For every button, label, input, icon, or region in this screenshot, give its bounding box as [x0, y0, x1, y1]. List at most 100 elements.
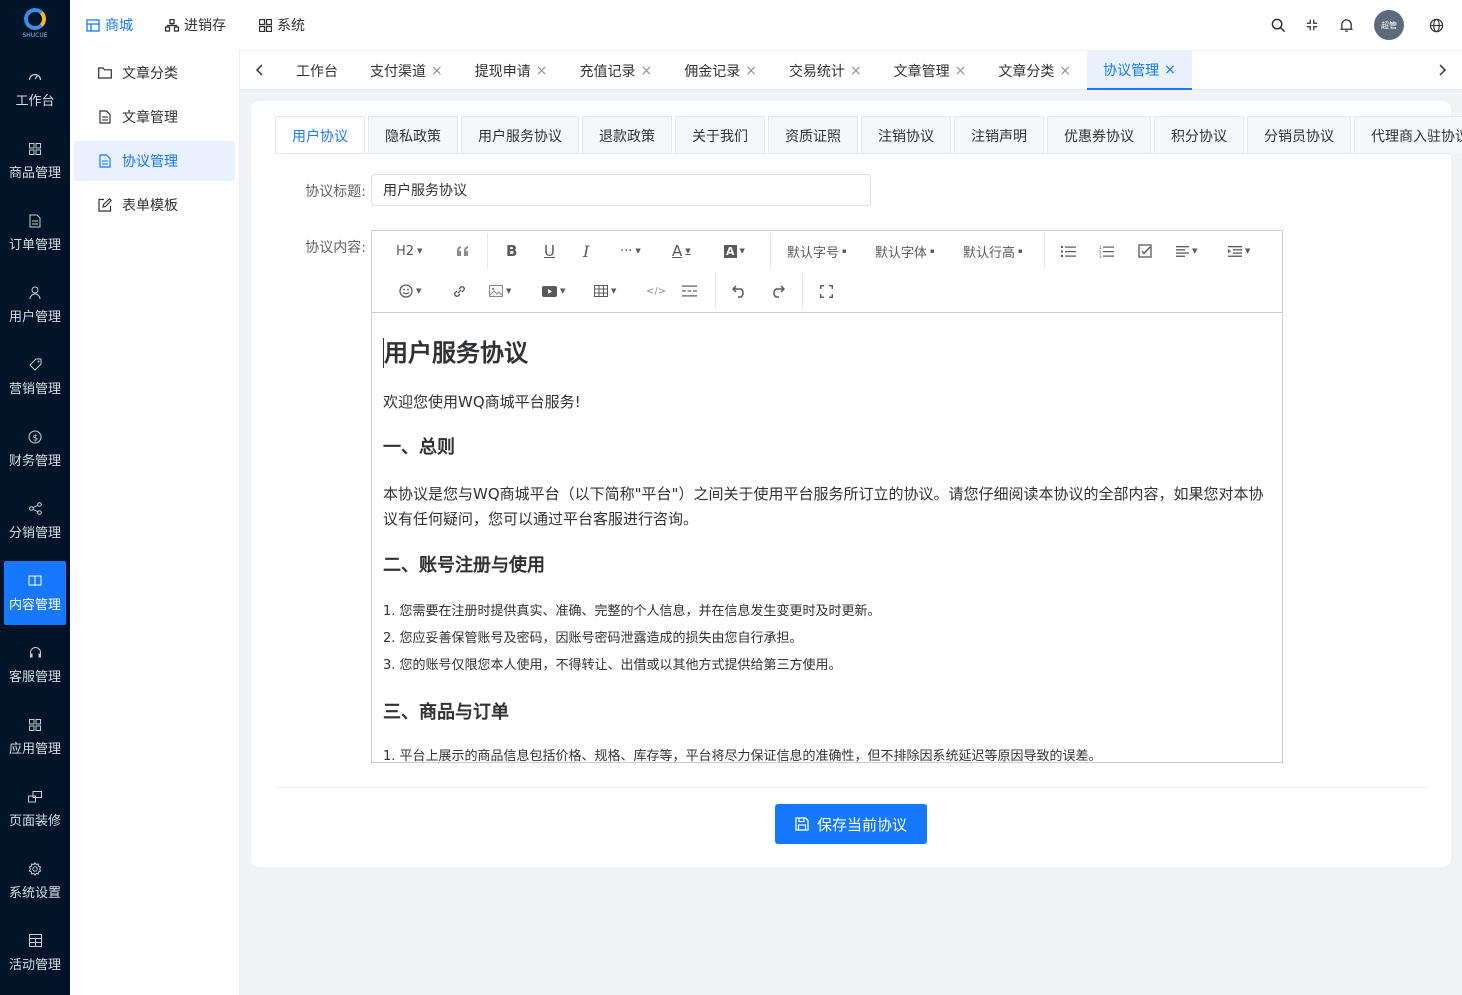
protocol-tab-7[interactable]: 注销声明 [954, 116, 1044, 154]
avatar[interactable]: 超管 [1374, 10, 1404, 40]
title-input[interactable]: 用户服务协议 [371, 174, 871, 206]
table-icon[interactable]: ▼ [594, 280, 616, 302]
bullet-list-icon[interactable] [1061, 240, 1076, 262]
editor-content[interactable]: 用户服务协议 欢迎您使用WQ商城平台服务! 一、总则 本协议是您与WQ商城平台（… [372, 313, 1282, 762]
topnav-item-1[interactable]: 进销存 [165, 15, 226, 35]
bold-icon[interactable]: B [506, 240, 517, 262]
close-icon[interactable]: × [640, 63, 652, 79]
font-size-select[interactable]: 默认字号 ▪ [787, 240, 847, 262]
submenu-item-3[interactable]: 表单模板 [74, 185, 235, 225]
globe-icon[interactable] [1428, 17, 1444, 33]
redo-icon[interactable] [770, 280, 785, 302]
close-icon[interactable]: × [1164, 62, 1176, 78]
edit-icon [98, 198, 112, 212]
document-icon [28, 214, 42, 228]
align-icon[interactable]: ▼ [1176, 240, 1197, 262]
rail-item-9[interactable]: 应用管理 [4, 705, 66, 769]
indent-icon[interactable]: ▼ [1228, 240, 1250, 262]
numbered-list-icon[interactable]: 123 [1099, 240, 1114, 262]
todo-icon[interactable] [1138, 240, 1152, 262]
font-color-icon[interactable]: A ▼ [672, 240, 691, 262]
page-tab-2[interactable]: 提现申请 × [459, 51, 564, 90]
divider-icon[interactable] [682, 280, 697, 302]
fullscreen-editor-icon[interactable] [820, 280, 833, 302]
protocol-tab-1[interactable]: 隐私政策 [368, 116, 458, 154]
protocol-tab-2[interactable]: 用户服务协议 [461, 116, 579, 154]
font-family-select[interactable]: 默认字体 ▪ [875, 240, 935, 262]
logo[interactable]: SHUCUE [0, 0, 70, 50]
section-3-list: 1. 平台上展示的商品信息包括价格、规格、库存等，平台将尽力保证信息的准确性，但… [383, 743, 1271, 762]
page-tab-4[interactable]: 佣金记录 × [668, 51, 773, 90]
close-icon[interactable]: × [745, 63, 757, 79]
protocol-tab-6[interactable]: 注销协议 [861, 116, 951, 154]
rail-item-12[interactable]: 活动管理 [4, 921, 66, 985]
close-icon[interactable]: × [955, 63, 967, 79]
protocol-tab-0[interactable]: 用户协议 [275, 116, 365, 154]
close-icon[interactable]: × [536, 63, 548, 79]
rail-item-11[interactable]: 系统设置 [4, 849, 66, 913]
close-icon[interactable]: × [850, 63, 862, 79]
underline-icon[interactable]: U [544, 240, 555, 262]
protocol-tab-11[interactable]: 代理商入驻协议 [1354, 116, 1462, 154]
code-icon[interactable]: </> [646, 280, 666, 302]
logo-text: SHUCUE [22, 32, 48, 39]
rail-item-6[interactable]: 分销管理 [4, 489, 66, 553]
undo-icon[interactable] [732, 280, 747, 302]
page-tab-5[interactable]: 交易统计 × [773, 51, 878, 90]
rail-item-7[interactable]: 内容管理 [4, 561, 66, 625]
image-icon[interactable]: ▼ [489, 280, 511, 302]
tabs-scroll-left-icon[interactable] [240, 51, 280, 89]
grid-icon [28, 142, 42, 156]
topnav-item-0[interactable]: 商城 [86, 15, 133, 35]
tabs-scroll-right-icon[interactable] [1422, 51, 1462, 89]
page-tab-8[interactable]: 协议管理 × [1087, 51, 1192, 90]
rail-item-4[interactable]: 营销管理 [4, 345, 66, 409]
rail-item-8[interactable]: 客服管理 [4, 633, 66, 697]
rail-item-1[interactable]: 商品管理 [4, 129, 66, 193]
rail-item-5[interactable]: $ 财务管理 [4, 417, 66, 481]
protocol-tab-4[interactable]: 关于我们 [675, 116, 765, 154]
page-tab-1[interactable]: 支付渠道 × [354, 51, 459, 90]
background-color-icon[interactable]: A ▼ [724, 240, 745, 262]
italic-icon[interactable]: I [583, 240, 589, 262]
page-tab-label: 交易统计 [788, 63, 845, 80]
save-protocol-button[interactable]: 保存当前协议 [775, 804, 927, 844]
page-tab-0[interactable]: 工作台 [280, 51, 354, 90]
protocol-card: 用户协议 隐私政策 用户服务协议 退款政策 关于我们 资质证照 注销协议 注销声明 优惠券协议积… [251, 101, 1462, 867]
list-item: 2. 您应妥善保管账号及密码，因账号密码泄露造成的损失由您自行承担。 [383, 631, 803, 646]
rail-item-10[interactable]: 页面装修 [4, 777, 66, 841]
bell-icon[interactable] [1338, 17, 1354, 33]
search-icon[interactable] [1270, 17, 1286, 33]
page-tab-3[interactable]: 充值记录 × [563, 51, 668, 90]
close-icon[interactable]: × [431, 63, 443, 79]
fullscreen-icon[interactable] [1304, 17, 1320, 33]
page-tab-label: 支付渠道 [370, 63, 426, 80]
heading-select[interactable]: H2 ▼ [396, 240, 422, 262]
protocol-tab-5[interactable]: 资质证照 [768, 116, 858, 154]
protocol-tab-8[interactable]: 优惠券协议 [1047, 116, 1151, 154]
page-tab-7[interactable]: 文章分类 × [982, 51, 1087, 90]
protocol-tab-10[interactable]: 分销员协议 [1247, 116, 1351, 154]
emoji-icon[interactable]: ▼ [399, 280, 421, 302]
rail-item-2[interactable]: 订单管理 [4, 201, 66, 265]
link-icon[interactable] [452, 280, 467, 302]
protocol-tab-3[interactable]: 退款政策 [582, 116, 672, 154]
rail-item-3[interactable]: 用户管理 [4, 273, 66, 337]
more-format-icon[interactable]: ··· ▼ [620, 240, 641, 262]
submenu-item-1[interactable]: 文章管理 [74, 97, 235, 137]
topnav-item-2[interactable]: 系统 [258, 15, 305, 35]
headset-icon [28, 646, 42, 660]
dashboard-icon [28, 70, 42, 84]
submenu-item-2[interactable]: 协议管理 [74, 141, 235, 181]
user-icon [28, 286, 42, 300]
video-icon[interactable]: ▼ [542, 280, 565, 302]
content-label: 协议内容: [305, 240, 366, 256]
page-tab-6[interactable]: 文章管理 × [878, 51, 983, 90]
quote-icon[interactable] [456, 240, 470, 262]
rail-item-0[interactable]: 工作台 [4, 57, 66, 121]
close-icon[interactable]: × [1059, 63, 1071, 79]
protocol-tab-9[interactable]: 积分协议 [1154, 116, 1244, 154]
line-height-select[interactable]: 默认行高 ▪ [963, 240, 1023, 262]
svg-text:3: 3 [1099, 254, 1102, 258]
submenu-item-0[interactable]: 文章分类 [74, 53, 235, 93]
